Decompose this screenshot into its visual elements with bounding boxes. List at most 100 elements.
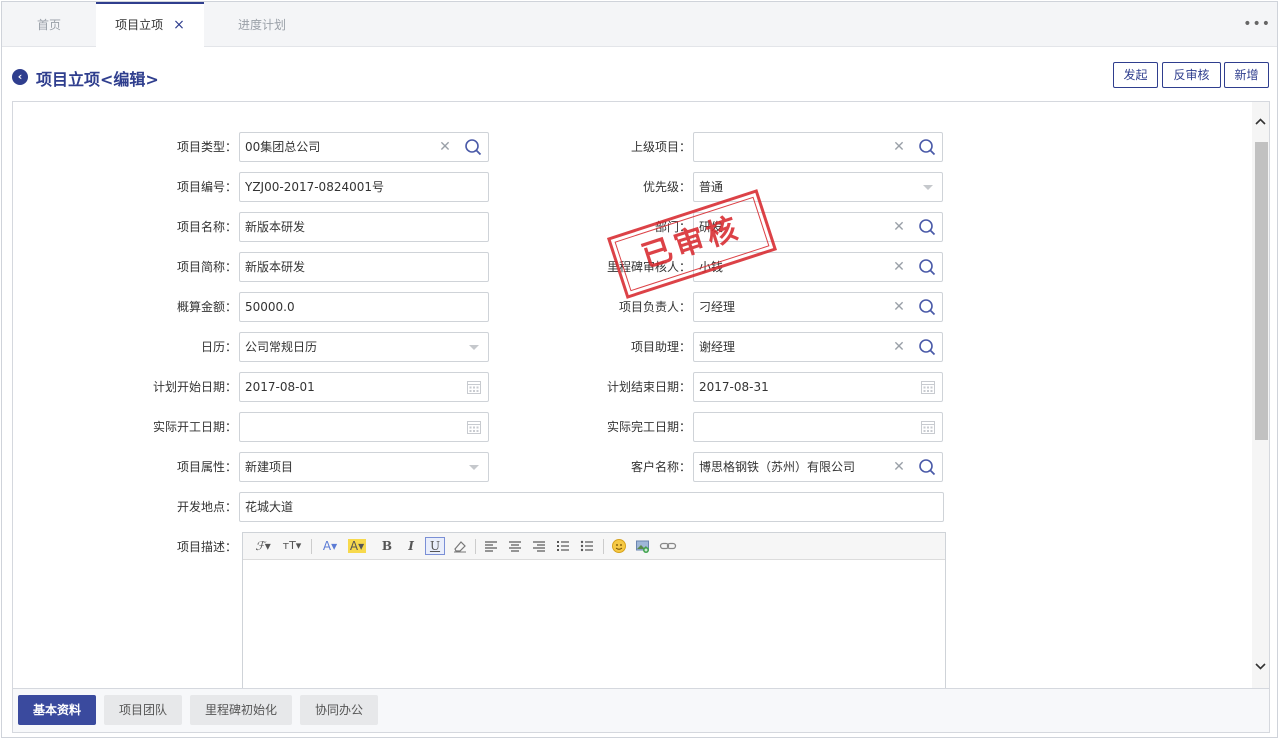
calendar-value: 公司常规日历: [245, 340, 318, 354]
location-input[interactable]: 花城大道: [239, 492, 944, 522]
project-short-value: 新版本研发: [245, 260, 306, 274]
department-field[interactable]: 研发 ✕: [693, 212, 943, 242]
tab-home[interactable]: 首页: [2, 2, 96, 47]
description-editor[interactable]: ℱ▾ тT▾ A▾ A▾ B I U: [242, 532, 946, 688]
project-code-input[interactable]: YZJ00-2017-0824001号: [239, 172, 489, 202]
search-icon[interactable]: [918, 218, 936, 236]
budget-value: 50000.0: [245, 300, 295, 314]
tab-project-team[interactable]: 项目团队: [104, 695, 182, 725]
milestone-owner-field[interactable]: 小钱 ✕: [693, 252, 943, 282]
ordered-list-icon[interactable]: [555, 537, 571, 555]
add-button[interactable]: 新增: [1224, 62, 1269, 88]
tab-collaboration[interactable]: 协同办公: [300, 695, 378, 725]
department-value: 研发: [699, 220, 724, 234]
attribute-select[interactable]: 新建项目: [239, 452, 489, 482]
clear-icon[interactable]: ✕: [438, 139, 452, 155]
label-department: 部门：: [654, 220, 691, 234]
highlight-button[interactable]: A▾: [345, 537, 369, 555]
scroll-up-icon[interactable]: [1252, 114, 1269, 130]
approved-stamp: 已审核: [606, 189, 778, 299]
calendar-select[interactable]: 公司常规日历: [239, 332, 489, 362]
label-project-code: 项目编号：: [176, 180, 237, 194]
assistant-value: 谢经理: [699, 340, 736, 354]
calendar-icon[interactable]: [920, 379, 936, 395]
plan-start-date-input[interactable]: 2017-08-01: [239, 372, 489, 402]
clear-icon[interactable]: ✕: [892, 139, 906, 155]
search-icon[interactable]: [918, 298, 936, 316]
budget-input[interactable]: 50000.0: [239, 292, 489, 322]
font-color-button[interactable]: A▾: [319, 537, 341, 555]
tab-milestone-init[interactable]: 里程碑初始化: [190, 695, 292, 725]
tab-basic-info[interactable]: 基本资料: [18, 695, 96, 725]
project-name-input[interactable]: 新版本研发: [239, 212, 489, 242]
link-icon[interactable]: [659, 537, 677, 555]
customer-value: 博思格钢铁（苏州）有限公司: [699, 460, 856, 474]
unaudit-button[interactable]: 反审核: [1162, 62, 1221, 88]
label-assistant: 项目助理：: [630, 340, 691, 354]
label-attribute: 项目属性：: [176, 460, 237, 474]
label-priority: 优先级：: [642, 180, 691, 194]
label-location: 开发地点：: [176, 500, 237, 514]
toolbar-divider: [311, 539, 312, 554]
calendar-icon[interactable]: [920, 419, 936, 435]
more-icon[interactable]: •••: [1243, 16, 1271, 32]
editor-content-area[interactable]: [243, 560, 945, 688]
unordered-list-icon[interactable]: [579, 537, 595, 555]
actual-end-date-input[interactable]: [693, 412, 943, 442]
project-short-input[interactable]: 新版本研发: [239, 252, 489, 282]
actual-start-date-input[interactable]: [239, 412, 489, 442]
back-icon[interactable]: ‹: [12, 69, 28, 85]
search-icon[interactable]: [918, 138, 936, 156]
assistant-field[interactable]: 谢经理 ✕: [693, 332, 943, 362]
start-button[interactable]: 发起: [1113, 62, 1158, 88]
clear-icon[interactable]: ✕: [892, 339, 906, 355]
label-project-short: 项目简称：: [176, 260, 237, 274]
clear-icon[interactable]: ✕: [892, 299, 906, 315]
bold-button[interactable]: B: [379, 537, 395, 555]
search-icon[interactable]: [464, 138, 482, 156]
customer-field[interactable]: 博思格钢铁（苏州）有限公司 ✕: [693, 452, 943, 482]
location-value: 花城大道: [245, 500, 294, 514]
bottom-tab-bar: 基本资料 项目团队 里程碑初始化 协同办公: [12, 689, 1270, 733]
plan-end-value: 2017-08-31: [699, 380, 769, 394]
label-project-type: 项目类型：: [176, 140, 237, 154]
align-left-icon[interactable]: [483, 537, 499, 555]
attribute-value: 新建项目: [245, 460, 294, 474]
image-icon[interactable]: [635, 537, 651, 555]
search-icon[interactable]: [918, 458, 936, 476]
align-right-icon[interactable]: [531, 537, 547, 555]
underline-button[interactable]: U: [425, 537, 445, 555]
project-code-value: YZJ00-2017-0824001号: [245, 180, 385, 194]
clear-icon[interactable]: ✕: [892, 259, 906, 275]
chevron-down-icon[interactable]: [920, 179, 936, 195]
chevron-down-icon[interactable]: [466, 459, 482, 475]
clear-icon[interactable]: ✕: [892, 459, 906, 475]
label-manager: 项目负责人：: [618, 300, 691, 314]
tab-schedule[interactable]: 进度计划: [204, 2, 320, 47]
font-family-button[interactable]: ℱ▾: [251, 537, 275, 555]
parent-project-field[interactable]: ✕: [693, 132, 943, 162]
scrollbar-thumb[interactable]: [1255, 142, 1268, 440]
priority-select[interactable]: 普通: [693, 172, 943, 202]
plan-end-date-input[interactable]: 2017-08-31: [693, 372, 943, 402]
align-center-icon[interactable]: [507, 537, 523, 555]
eraser-icon[interactable]: [451, 537, 469, 555]
manager-value: 刁经理: [699, 300, 736, 314]
calendar-icon[interactable]: [466, 419, 482, 435]
search-icon[interactable]: [918, 338, 936, 356]
calendar-icon[interactable]: [466, 379, 482, 395]
project-type-field[interactable]: 00集团总公司 ✕: [239, 132, 489, 162]
vertical-scrollbar[interactable]: [1252, 102, 1269, 688]
italic-button[interactable]: I: [403, 537, 419, 555]
priority-value: 普通: [699, 180, 724, 194]
chevron-down-icon[interactable]: [466, 339, 482, 355]
clear-icon[interactable]: ✕: [892, 219, 906, 235]
font-size-button[interactable]: тT▾: [279, 537, 305, 555]
search-icon[interactable]: [918, 258, 936, 276]
tab-project-setup[interactable]: 项目立项 ×: [96, 2, 204, 47]
tab-label: 进度计划: [237, 18, 286, 32]
manager-field[interactable]: 刁经理 ✕: [693, 292, 943, 322]
scroll-down-icon[interactable]: [1252, 658, 1269, 674]
emoji-icon[interactable]: [611, 537, 627, 555]
close-icon[interactable]: ×: [173, 4, 185, 46]
